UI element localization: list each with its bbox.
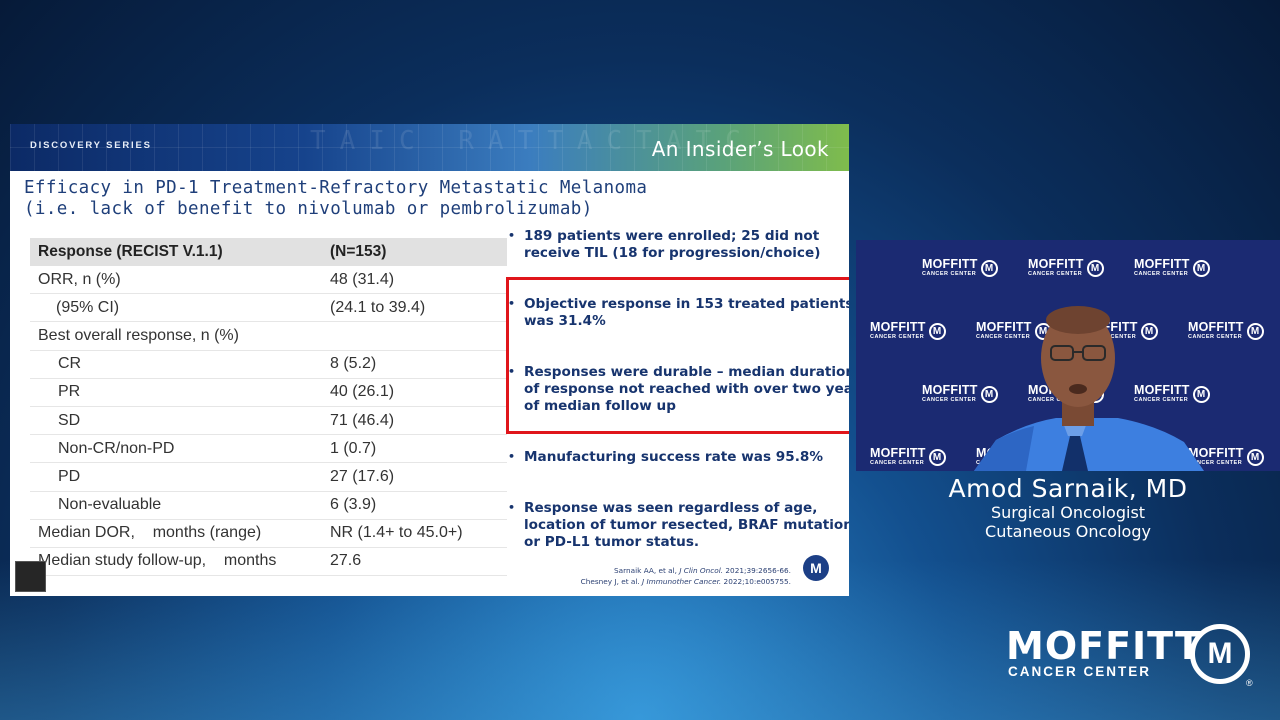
table-cell-value: 6 (3.9) bbox=[330, 496, 377, 514]
response-table: Response (RECIST V.1.1) (N=153) ORR, n (… bbox=[30, 238, 507, 577]
table-cell-value: 27 (17.6) bbox=[330, 467, 395, 485]
bullet-line: location of tumor resected, BRAF mutatio… bbox=[524, 516, 849, 533]
table-cell-label: Non-evaluable bbox=[58, 496, 162, 514]
bullet-line: Manufacturing success rate was 95.8% bbox=[524, 449, 823, 465]
speaker-name: Amod Sarnaik, MD bbox=[948, 474, 1188, 503]
bullet-line: of response not reached with over two ye… bbox=[524, 380, 849, 397]
table-row: CR 8 (5.2) bbox=[30, 351, 507, 379]
bullet-line: or PD-L1 tumor status. bbox=[524, 533, 700, 550]
table-cell-value: (24.1 to 39.4) bbox=[330, 298, 426, 316]
table-cell-value: 8 (5.2) bbox=[330, 355, 377, 373]
table-row: PR 40 (26.1) bbox=[30, 379, 507, 407]
table-row: Best overall response, n (%) bbox=[30, 322, 507, 351]
bullet-dot: • bbox=[508, 297, 516, 310]
speaker-video: MOFFITT CANCER CENTER M MOFFITT CANCER CENTE… bbox=[856, 240, 1280, 471]
bullet-dot: • bbox=[508, 365, 516, 378]
speaker-department: Cutaneous Oncology bbox=[985, 522, 1151, 541]
table-cell-label: PR bbox=[58, 383, 81, 401]
table-cell-label: (95% CI) bbox=[56, 298, 120, 316]
header-title: An Insider’s Look bbox=[651, 137, 829, 161]
bullet-dot: • bbox=[508, 501, 516, 514]
table-row: Median study follow-up, months 27.6 bbox=[30, 548, 507, 577]
table-cell-value: 40 (26.1) bbox=[330, 383, 395, 401]
reference-1: Sarnaik AA, et al, J Clin Oncol. 2021;39… bbox=[614, 566, 791, 575]
table-row: Non-CR/non-PD 1 (0.7) bbox=[30, 435, 507, 464]
table-cell-label: Median DOR, months (range) bbox=[38, 524, 262, 542]
table-header-n: (N=153) bbox=[330, 243, 387, 260]
speaker-figure bbox=[974, 306, 1204, 471]
table-cell-value: 71 (46.4) bbox=[330, 411, 395, 429]
table-cell-label: Best overall response, n (%) bbox=[38, 326, 239, 344]
bullet-line: of median follow up bbox=[524, 397, 676, 414]
presentation-slide: TAIC RATTACTATC DISCOVERY SERIES An Insi… bbox=[10, 124, 849, 596]
speaker-title: Surgical Oncologist bbox=[990, 503, 1146, 522]
table-cell-label: ORR, n (%) bbox=[38, 270, 121, 288]
bullet-line: Objective response in 153 treated patien… bbox=[524, 296, 849, 312]
brand-subtitle: CANCER CENTER bbox=[1008, 664, 1152, 679]
table-row: SD 71 (46.4) bbox=[30, 407, 507, 436]
table-cell-value: 1 (0.7) bbox=[330, 439, 377, 457]
bullet-line: Response was seen regardless of age, bbox=[524, 500, 818, 516]
table-cell-label: CR bbox=[58, 355, 82, 373]
table-header-response: Response (RECIST V.1.1) bbox=[38, 243, 223, 260]
slide-title-line-2: (i.e. lack of benefit to nivolumab or pe… bbox=[24, 199, 593, 219]
bullet-line: was 31.4% bbox=[524, 312, 606, 329]
brand-wordmark: MOFFITT bbox=[1006, 624, 1202, 668]
overlay-square bbox=[15, 561, 46, 592]
table-row: Median DOR, months (range) NR (1.4+ to 4… bbox=[30, 520, 507, 548]
table-cell-value: NR (1.4+ to 45.0+) bbox=[330, 524, 463, 542]
table-cell-label: SD bbox=[58, 411, 81, 429]
table-row: (95% CI) (24.1 to 39.4) bbox=[30, 294, 507, 323]
bullet-line: receive TIL (18 for progression/choice) bbox=[524, 244, 821, 261]
table-cell-label: Median study follow-up, months bbox=[38, 552, 277, 570]
bullet-dot: • bbox=[508, 450, 516, 463]
moffitt-logo-icon: M bbox=[803, 555, 829, 581]
reference-2: Chesney J, et al. J Immunother Cancer. 2… bbox=[580, 576, 791, 586]
slide-title-line-1: Efficacy in PD-1 Treatment-Refractory Me… bbox=[24, 178, 648, 198]
table-cell-value: 27.6 bbox=[330, 552, 362, 570]
table-row: Non-evaluable 6 (3.9) bbox=[30, 492, 507, 520]
series-label: DISCOVERY SERIES bbox=[30, 140, 152, 151]
bullet-line: 189 patients were enrolled; 25 did not bbox=[524, 228, 820, 244]
references: Sarnaik AA, et al, J Clin Oncol. 2021;39… bbox=[581, 566, 791, 587]
table-cell-label: Non-CR/non-PD bbox=[58, 439, 175, 457]
table-header: Response (RECIST V.1.1) (N=153) bbox=[30, 238, 507, 266]
table-row: PD 27 (17.6) bbox=[30, 463, 507, 492]
table-cell-value: 48 (31.4) bbox=[330, 270, 395, 288]
table-cell-label: PD bbox=[58, 467, 81, 485]
table-row: ORR, n (%) 48 (31.4) bbox=[30, 266, 507, 295]
slide-title: Efficacy in PD-1 Treatment-Refractory Me… bbox=[24, 178, 647, 220]
trademark-symbol: ® bbox=[1246, 678, 1253, 688]
bullet-line: Responses were durable – median duration bbox=[524, 364, 849, 380]
moffitt-brand-logo: MOFFITT CANCER CENTER M ® bbox=[1006, 622, 1256, 692]
brand-m-icon: M bbox=[1190, 624, 1250, 684]
bullet-dot: • bbox=[508, 229, 516, 242]
slide-header-banner: TAIC RATTACTATC DISCOVERY SERIES An Insi… bbox=[10, 124, 849, 171]
